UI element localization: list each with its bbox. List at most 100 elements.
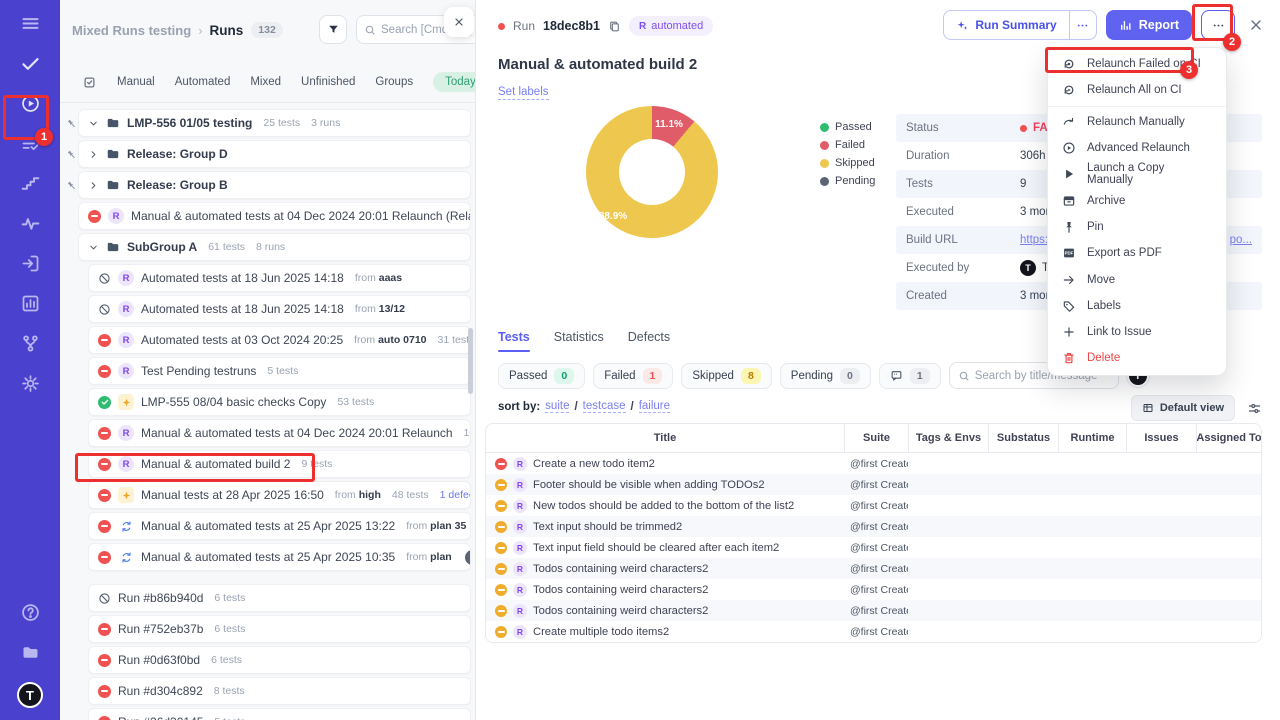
run-title: Run #26d30145 (118, 715, 203, 720)
tests-check-icon[interactable] (20, 53, 41, 74)
menu-item-relaunch-failed-on-ci[interactable]: Relaunch Failed on CI (1048, 51, 1226, 77)
column-header[interactable]: Tags & Envs (908, 424, 988, 452)
analytics-chart-icon[interactable] (20, 293, 41, 314)
tab-groups[interactable]: Groups (375, 76, 413, 88)
column-header[interactable]: Assigned To (1196, 424, 1261, 452)
sort-option-suite[interactable]: suite (545, 400, 569, 413)
tab-mixed[interactable]: Mixed (250, 76, 281, 88)
menu-item-delete[interactable]: Delete (1048, 345, 1226, 371)
import-icon[interactable] (20, 253, 41, 274)
breadcrumb-project[interactable]: Mixed Runs testing (72, 23, 191, 38)
panel-close-button[interactable] (444, 7, 474, 37)
run-item[interactable]: Manual & automated tests at 25 Apr 2025 … (88, 512, 471, 540)
settings-gear-icon[interactable] (20, 373, 41, 394)
report-button[interactable]: Report (1106, 10, 1192, 40)
menu-item-labels[interactable]: Labels (1048, 293, 1226, 319)
projects-folder-icon[interactable] (20, 642, 41, 663)
automated-run-icon: R (118, 456, 134, 472)
summary-label: Status (906, 122, 1020, 134)
menu-item-archive[interactable]: Archive (1048, 187, 1226, 213)
build-url-tail[interactable]: po... (1230, 234, 1252, 246)
run-item[interactable]: RManual & automated tests at 04 Dec 2024… (78, 202, 471, 230)
table-row[interactable]: RTodos containing weird characters2@firs… (486, 558, 1261, 579)
run-item[interactable]: LMP-555 08/04 basic checks Copy53 tests (88, 388, 471, 416)
hamburger-menu-icon[interactable] (20, 13, 41, 34)
column-header[interactable]: Issues (1126, 424, 1196, 452)
select-all-icon[interactable] (82, 75, 97, 90)
table-row[interactable]: RText input field should be cleared afte… (486, 537, 1261, 558)
steps-icon[interactable] (20, 173, 41, 194)
menu-item-link-to-issue[interactable]: Link to Issue (1048, 319, 1226, 345)
run-item[interactable]: RAutomated tests at 18 Jun 2025 14:18fro… (88, 264, 471, 292)
column-header[interactable]: Suite (844, 424, 908, 452)
run-summary-button[interactable]: Run Summary (943, 10, 1068, 40)
tab-statistics[interactable]: Statistics (554, 330, 604, 352)
columns-settings-icon[interactable] (1247, 401, 1262, 416)
tab-automated[interactable]: Automated (175, 76, 231, 88)
table-row[interactable]: RText input should be trimmed2@first Cre… (486, 516, 1261, 537)
defects-link[interactable]: 1 defects (440, 489, 471, 501)
run-source: from plan (406, 551, 452, 563)
tab-manual[interactable]: Manual (117, 76, 155, 88)
run-item[interactable]: Run #b86b940d6 tests (88, 584, 471, 612)
run-summary-more-button[interactable] (1069, 10, 1097, 40)
filter-chip-failed[interactable]: Failed1 (593, 363, 673, 389)
table-row[interactable]: RFooter should be visible when adding TO… (486, 474, 1261, 495)
runs-scrollbar[interactable] (468, 328, 473, 394)
user-avatar[interactable]: T (17, 682, 43, 708)
column-header[interactable]: Substatus (988, 424, 1058, 452)
copy-icon[interactable] (608, 20, 621, 33)
runs-play-icon[interactable] (20, 93, 41, 114)
table-row[interactable]: RTodos containing weird characters2@firs… (486, 600, 1261, 621)
set-labels-link[interactable]: Set labels (498, 86, 549, 100)
sort-option-failure[interactable]: failure (639, 400, 670, 413)
default-view-button[interactable]: Default view (1131, 395, 1235, 421)
column-header[interactable]: Title (486, 424, 844, 452)
menu-item-relaunch-manually[interactable]: Relaunch Manually (1048, 109, 1226, 135)
table-row[interactable]: RTodos containing weird characters2@firs… (486, 579, 1261, 600)
menu-item-move[interactable]: Move (1048, 266, 1226, 292)
tab-today[interactable]: Today (433, 72, 475, 92)
run-title: Manual & automated tests at 25 Apr 2025 … (141, 550, 395, 564)
tab-defects[interactable]: Defects (628, 330, 670, 352)
detail-close-icon[interactable] (1248, 17, 1264, 33)
help-icon[interactable] (20, 602, 41, 623)
run-item[interactable]: RAutomated tests at 03 Oct 2024 20:25fro… (88, 326, 471, 354)
run-item[interactable]: Run #d304c8928 tests (88, 677, 471, 705)
run-item[interactable]: Manual & automated tests at 25 Apr 2025 … (88, 543, 471, 571)
run-item[interactable]: Run #752eb37b6 tests (88, 615, 471, 643)
menu-item-advanced-relaunch[interactable]: Advanced Relaunch (1048, 135, 1226, 161)
tab-tests[interactable]: Tests (498, 330, 530, 352)
tab-unfinished[interactable]: Unfinished (301, 76, 355, 88)
group-item[interactable]: SubGroup A61 tests8 runs (78, 233, 471, 261)
scheduled-run-icon (118, 518, 134, 534)
run-item[interactable]: Run #26d301455 tests (88, 708, 471, 720)
filter-chip-passed[interactable]: Passed0 (498, 363, 585, 389)
group-item[interactable]: LMP-556 01/05 testing25 tests3 runs (78, 109, 471, 137)
filter-chip-pending[interactable]: Pending0 (780, 363, 871, 389)
comments-chip[interactable]: 1 (879, 363, 941, 389)
sort-option-testcase[interactable]: testcase (583, 400, 626, 413)
run-item[interactable]: Run #0d63f0bd6 tests (88, 646, 471, 674)
filter-chip-skipped[interactable]: Skipped8 (681, 363, 771, 389)
column-header[interactable]: Runtime (1058, 424, 1126, 452)
group-item[interactable]: Release: Group B (78, 171, 471, 199)
group-item[interactable]: Release: Group D (78, 140, 471, 168)
empty-cell (1126, 474, 1196, 495)
branches-icon[interactable] (20, 333, 41, 354)
menu-item-pin[interactable]: Pin (1048, 214, 1226, 240)
menu-item-export-as-pdf[interactable]: PDFExport as PDF (1048, 240, 1226, 266)
run-item[interactable]: RManual & automated tests at 04 Dec 2024… (88, 419, 471, 447)
pulse-activity-icon[interactable] (20, 213, 41, 234)
run-item[interactable]: RTest Pending testruns5 tests (88, 357, 471, 385)
run-item[interactable]: RAutomated tests at 18 Jun 2025 14:18fro… (88, 295, 471, 323)
filter-chip-count: 0 (840, 368, 860, 384)
menu-item-launch-a-copy-manually[interactable]: Launch a Copy Manually (1048, 161, 1226, 187)
table-row[interactable]: RCreate multiple todo items2@first Creat… (486, 621, 1261, 642)
run-item[interactable]: RManual & automated build 29 tests (88, 450, 471, 478)
menu-item-relaunch-all-on-ci[interactable]: Relaunch All on CI (1048, 77, 1226, 103)
table-row[interactable]: RNew todos should be added to the bottom… (486, 495, 1261, 516)
run-item[interactable]: Manual tests at 28 Apr 2025 16:50from hi… (88, 481, 471, 509)
table-row[interactable]: RCreate a new todo item2@first Create ..… (486, 453, 1261, 474)
filter-button[interactable] (319, 15, 347, 44)
